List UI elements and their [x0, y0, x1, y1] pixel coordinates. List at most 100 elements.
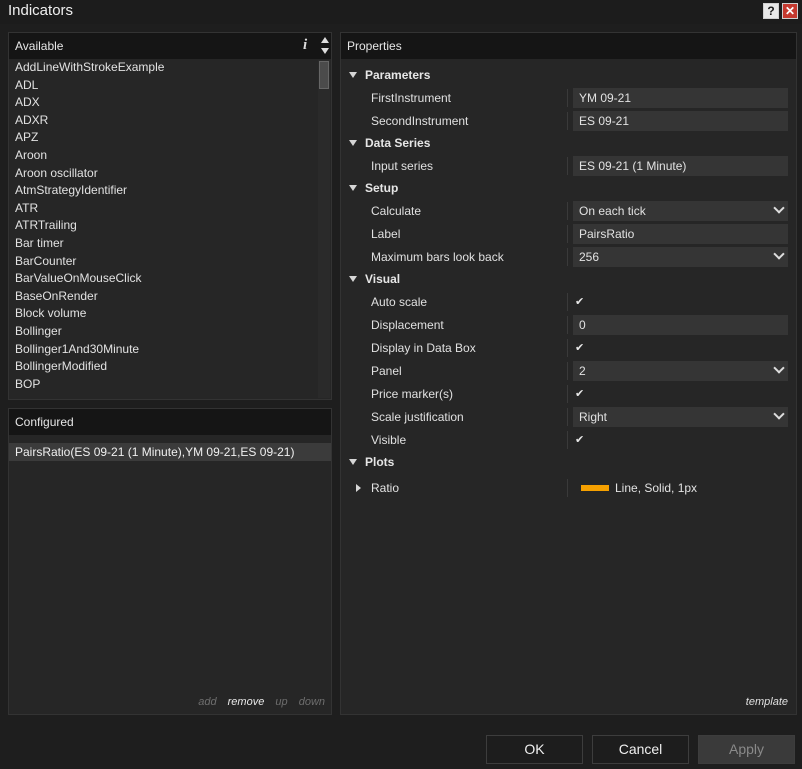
plot-color-swatch: [581, 485, 609, 491]
property-row: Displacement 0: [341, 314, 796, 336]
help-icon[interactable]: ?: [763, 3, 779, 19]
property-row: Label PairsRatio: [341, 223, 796, 245]
property-checkbox[interactable]: ✔: [575, 433, 584, 446]
property-row: Price marker(s) ✔: [341, 383, 796, 405]
column-divider: [567, 479, 568, 497]
available-list-item[interactable]: BaseOnRender: [9, 288, 317, 306]
window-title: Indicators: [8, 2, 74, 19]
property-checkbox[interactable]: ✔: [575, 341, 584, 354]
collapse-icon[interactable]: [349, 140, 357, 146]
column-divider: [567, 431, 568, 449]
chevron-down-icon[interactable]: [773, 202, 785, 214]
up-link[interactable]: up: [275, 696, 287, 708]
available-list-item[interactable]: Aroon: [9, 147, 317, 165]
category-label: Parameters: [365, 68, 431, 82]
sort-down-icon[interactable]: [321, 48, 329, 54]
ok-button[interactable]: OK: [486, 735, 583, 764]
expand-icon[interactable]: [356, 484, 361, 492]
column-divider: [567, 385, 568, 403]
available-list-item[interactable]: Bollinger: [9, 323, 317, 341]
property-field[interactable]: ES 09-21: [573, 111, 788, 131]
column-divider: [567, 339, 568, 357]
available-header: Available: [9, 33, 331, 59]
cancel-button[interactable]: Cancel: [592, 735, 689, 764]
plot-name: Ratio: [371, 481, 400, 495]
property-name: Panel: [371, 364, 402, 378]
property-value: Right: [579, 410, 608, 424]
property-select[interactable]: On each tick: [573, 201, 788, 221]
property-name: Price marker(s): [371, 387, 454, 401]
property-field[interactable]: YM 09-21: [573, 88, 788, 108]
category-label: Plots: [365, 455, 395, 469]
property-checkbox[interactable]: ✔: [575, 295, 584, 308]
available-list-item[interactable]: BollingerModified: [9, 358, 317, 376]
configured-panel: Configured PairsRatio(ES 09-21 (1 Minute…: [8, 408, 332, 715]
available-scrollbar[interactable]: [318, 60, 330, 398]
property-name: Display in Data Box: [371, 341, 476, 355]
property-row: Calculate On each tick: [341, 200, 796, 222]
chevron-down-icon[interactable]: [773, 362, 785, 374]
property-field[interactable]: ES 09-21 (1 Minute): [573, 156, 788, 176]
available-list-item[interactable]: ADL: [9, 77, 317, 95]
configured-header: Configured: [9, 409, 331, 435]
remove-link[interactable]: remove: [228, 696, 265, 708]
category-header[interactable]: Parameters: [341, 65, 796, 85]
available-list-item[interactable]: BarCounter: [9, 253, 317, 271]
available-list-item[interactable]: ADX: [9, 94, 317, 112]
available-list-item[interactable]: ATRTrailing: [9, 217, 317, 235]
category-header[interactable]: Plots: [341, 452, 796, 472]
category-header[interactable]: Visual: [341, 269, 796, 289]
property-select[interactable]: 2: [573, 361, 788, 381]
property-name: Calculate: [371, 204, 422, 218]
property-checkbox[interactable]: ✔: [575, 387, 584, 400]
properties-header: Properties: [341, 33, 796, 59]
category-header[interactable]: Data Series: [341, 133, 796, 153]
plot-row[interactable]: Ratio Line, Solid, 1px: [341, 477, 796, 499]
collapse-icon[interactable]: [349, 276, 357, 282]
property-name: Label: [371, 227, 401, 241]
down-link[interactable]: down: [299, 696, 325, 708]
category-header[interactable]: Setup: [341, 178, 796, 198]
property-row: Scale justification Right: [341, 406, 796, 428]
collapse-icon[interactable]: [349, 185, 357, 191]
available-list-item[interactable]: Aroon oscillator: [9, 165, 317, 183]
property-select[interactable]: Right: [573, 407, 788, 427]
column-divider: [567, 112, 568, 130]
template-link[interactable]: template: [746, 696, 788, 708]
property-value: YM 09-21: [579, 91, 632, 105]
category-label: Data Series: [365, 136, 431, 150]
property-row: Maximum bars look back 256: [341, 246, 796, 268]
chevron-down-icon[interactable]: [773, 248, 785, 260]
add-link[interactable]: add: [198, 696, 216, 708]
available-list-item[interactable]: ADXR: [9, 112, 317, 130]
chevron-down-icon[interactable]: [773, 408, 785, 420]
available-list-item[interactable]: BOP: [9, 376, 317, 394]
property-row: FirstInstrument YM 09-21: [341, 87, 796, 109]
configured-actions: add remove up down: [190, 696, 325, 708]
available-list: AddLineWithStrokeExample ADL ADX ADXR APZ Aro…: [9, 59, 317, 399]
available-list-item[interactable]: Block volume: [9, 305, 317, 323]
available-list-item[interactable]: Bar timer: [9, 235, 317, 253]
available-list-item[interactable]: BarValueOnMouseClick: [9, 270, 317, 288]
available-list-item[interactable]: APZ: [9, 129, 317, 147]
property-value: On each tick: [579, 204, 646, 218]
property-row: Visible ✔: [341, 429, 796, 451]
info-icon[interactable]: i: [303, 37, 307, 54]
sort-up-icon[interactable]: [321, 37, 329, 43]
property-field[interactable]: PairsRatio: [573, 224, 788, 244]
property-field[interactable]: 0: [573, 315, 788, 335]
available-list-item[interactable]: AddLineWithStrokeExample: [9, 59, 317, 77]
available-list-item[interactable]: AtmStrategyIdentifier: [9, 182, 317, 200]
configured-item[interactable]: PairsRatio(ES 09-21 (1 Minute),YM 09-21,…: [9, 443, 331, 461]
column-divider: [567, 202, 568, 220]
property-select[interactable]: 256: [573, 247, 788, 267]
collapse-icon[interactable]: [349, 459, 357, 465]
available-list-item[interactable]: Bollinger1And30Minute: [9, 341, 317, 359]
apply-button[interactable]: Apply: [698, 735, 795, 764]
close-icon[interactable]: ✕: [782, 3, 798, 19]
scroll-thumb[interactable]: [319, 61, 329, 89]
column-divider: [567, 89, 568, 107]
collapse-icon[interactable]: [349, 72, 357, 78]
property-name: Displacement: [371, 318, 444, 332]
available-list-item[interactable]: ATR: [9, 200, 317, 218]
